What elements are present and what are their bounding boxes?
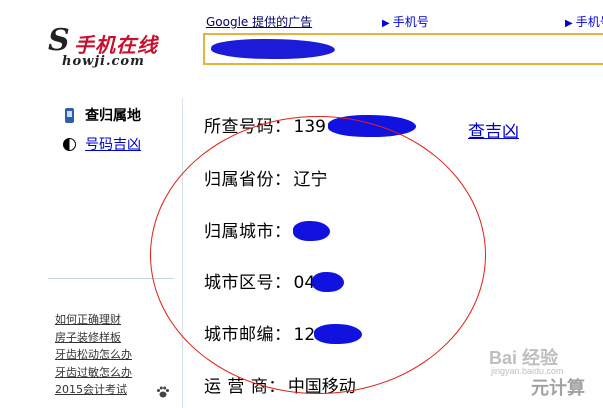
check-fortune-link[interactable]: 查吉凶 <box>468 117 519 142</box>
paw-icon <box>157 386 169 398</box>
search-input[interactable] <box>209 38 589 60</box>
phone-icon <box>64 107 74 123</box>
search-box[interactable] <box>203 33 603 65</box>
sidebar-link[interactable]: 牙齿松动怎么办 <box>55 346 132 364</box>
nav-link-phone-1[interactable]: ▶ 手机号 <box>382 13 429 30</box>
sidebar-links: 如何正确理财 房子装修样板 牙齿松动怎么办 牙齿过敏怎么办 2015会计考试 <box>55 311 132 399</box>
sidebar-link[interactable]: 牙齿过敏怎么办 <box>55 364 132 382</box>
sidebar-item-label[interactable]: 号码吉凶 <box>85 134 141 154</box>
nav-link-label: 手机号 <box>575 15 603 29</box>
triangle-right-icon: ▶ <box>382 18 390 29</box>
sidebar-link[interactable]: 房子装修样板 <box>55 329 132 347</box>
highlight-circle <box>150 116 486 394</box>
logo-mark: S <box>48 23 70 58</box>
nav-link-label: 手机号 <box>392 15 429 29</box>
sidebar-link[interactable]: 如何正确理财 <box>55 311 132 329</box>
sidebar-item-lookup[interactable]: 查归属地 <box>62 105 141 125</box>
sidebar-link[interactable]: 2015会计考试 <box>55 381 132 399</box>
ad-row: Google 提供的广告 ▶手机号 ▶手机号 <box>206 13 603 29</box>
nav-link-phone-2[interactable]: ▶手机号 <box>565 13 603 30</box>
yinyang-icon <box>62 137 76 151</box>
sidebar-item-label: 查归属地 <box>85 108 141 124</box>
sidebar-item-fortune[interactable]: 号码吉凶 <box>62 134 141 154</box>
watermark: Bai 经验 jingyan.baidu.com 元计算 <box>479 342 599 402</box>
logo-domain: howji.com <box>62 54 145 69</box>
triangle-right-icon: ▶ <box>565 18 573 29</box>
watermark-tag: 元计算 <box>531 378 585 399</box>
site-logo[interactable]: S 手机在线 howji.com <box>48 26 178 72</box>
google-ads-link[interactable]: Google 提供的广告 <box>206 13 312 30</box>
